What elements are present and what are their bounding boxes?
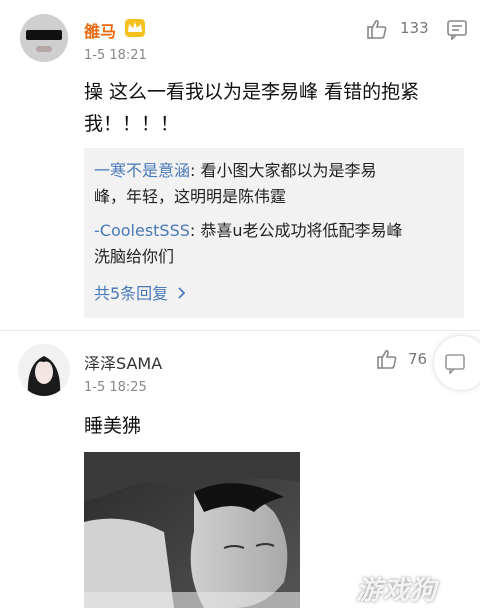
username[interactable]: 泽泽SAMA [84, 350, 162, 374]
avatar[interactable] [18, 344, 70, 396]
replies-panel: 一寒不是意涵: 看小图大家都以为是李易 峰，年轻，这明明是陈伟霆 -Cooles… [84, 148, 464, 318]
reply-item[interactable]: -CoolestSSS: 恭喜u老公成功将低配李易峰 洗脑给你们 [94, 218, 454, 270]
reply-text: : 看小图大家都以为是李易 [190, 161, 377, 180]
like-icon[interactable] [366, 18, 388, 40]
comment-text-line: 操 这么一看我以为是李易峰 看错的抱紧 [84, 81, 420, 103]
crown-badge-icon [124, 18, 146, 38]
comment-photo[interactable] [84, 452, 300, 608]
like-icon[interactable] [376, 348, 398, 370]
like-count: 76 [408, 350, 428, 368]
chevron-right-icon [177, 285, 187, 304]
watermark: 游戏狗 [356, 576, 438, 606]
floating-action-button[interactable] [434, 336, 480, 390]
reply-text: 峰，年轻，这明明是陈伟霆 [94, 187, 287, 206]
like-count: 133 [400, 19, 429, 37]
more-replies-label: 共5条回复 [94, 284, 169, 303]
timestamp: 1-5 18:21 [84, 48, 147, 63]
username[interactable]: 雒马 [84, 18, 116, 42]
reply-text: 洗脑给你们 [94, 247, 175, 266]
comment-text-line: 我！！！！ [84, 113, 180, 135]
comment-icon [444, 352, 466, 378]
reply-username[interactable]: 一寒不是意涵 [94, 161, 190, 180]
comment-text: 操 这么一看我以为是李易峰 看错的抱紧 我！！！！ [84, 76, 419, 140]
reply-text: : 恭喜u老公成功将低配李易峰 [189, 221, 403, 240]
comment-text: 睡美狒 [84, 415, 142, 437]
timestamp: 1-5 18:25 [84, 380, 147, 395]
avatar[interactable] [20, 14, 68, 62]
reply-username[interactable]: -CoolestSSS [94, 221, 190, 240]
more-replies-link[interactable]: 共5条回复 [94, 280, 187, 304]
comment-icon[interactable] [446, 18, 468, 40]
reply-item[interactable]: 一寒不是意涵: 看小图大家都以为是李易 峰，年轻，这明明是陈伟霆 [94, 158, 454, 210]
divider [0, 330, 480, 331]
